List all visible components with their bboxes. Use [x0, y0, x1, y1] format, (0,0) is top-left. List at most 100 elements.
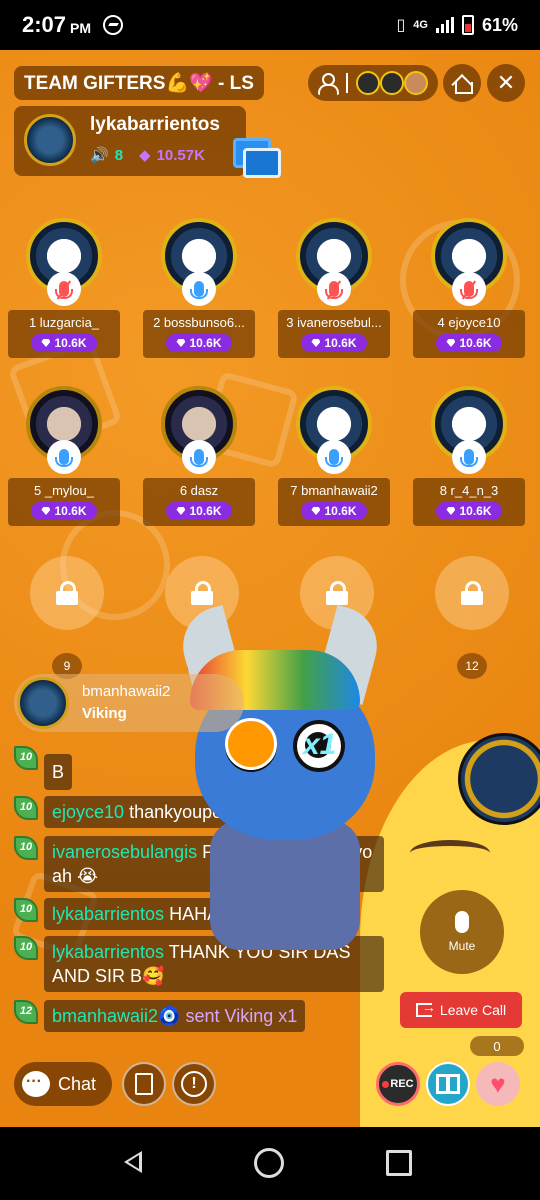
like-button[interactable]: ♥	[476, 1062, 520, 1106]
seat-number: 12	[457, 653, 487, 679]
vibrate-icon: ▯	[396, 17, 406, 34]
seat-gift-value: 10.6K	[54, 336, 87, 350]
gift-sender-name: bmanhawaii2	[82, 683, 171, 700]
host-avatar[interactable]	[24, 114, 76, 166]
mute-button[interactable]: Mute	[420, 890, 504, 974]
battery-level: 61%	[481, 14, 518, 35]
locked-seat-9[interactable]	[30, 556, 104, 630]
diamond-count: 10.57K	[156, 146, 205, 164]
seat-name: 8 r_4_n_3	[439, 483, 499, 498]
recent-apps-icon[interactable]	[386, 1150, 412, 1176]
room-members-button[interactable]	[308, 65, 438, 101]
seat-name: 5 _mylou_	[34, 483, 94, 498]
home-circle-icon[interactable]	[254, 1148, 284, 1178]
system-navigation-bar	[0, 1127, 540, 1200]
listener-count: 8	[114, 146, 124, 164]
home-icon	[452, 74, 473, 94]
seat-name: 4 ejoyce10	[437, 315, 501, 330]
seat-info: 1 luzgarcia_ 10.6K	[8, 310, 120, 358]
seat-gift-value: 10.6K	[459, 504, 492, 518]
mic-muted-icon	[47, 272, 81, 306]
room-badge[interactable]	[458, 733, 540, 825]
gift-icon	[436, 1074, 460, 1094]
chat-username[interactable]: lykabarrientos	[52, 942, 164, 962]
chat-message: 10 B	[14, 746, 73, 790]
speaker-icon: 🔊	[90, 147, 109, 164]
level-badge: 12	[14, 1000, 40, 1026]
seat-info: 3 ivanerosebul... 10.6K	[278, 310, 390, 358]
diamond-icon	[311, 507, 321, 515]
picture-in-picture-button[interactable]	[233, 138, 281, 180]
seat-info: 5 _mylou_ 10.6K	[8, 478, 120, 526]
mic-icon	[452, 440, 486, 474]
record-button[interactable]: REC	[376, 1062, 420, 1106]
gift-notification: bmanhawaii2 Viking	[14, 674, 244, 732]
home-button[interactable]	[443, 64, 481, 102]
mic-muted-icon	[452, 272, 486, 306]
seat-info: 6 dasz 10.6K	[143, 478, 255, 526]
seat-gift-badge: 10.6K	[31, 502, 97, 520]
member-avatar	[380, 71, 404, 95]
room-title[interactable]: TEAM GIFTERS💪💖 - LS	[14, 66, 264, 100]
diamond-icon	[176, 339, 186, 347]
person-icon	[316, 72, 339, 95]
seat-gift-badge: 10.6K	[166, 502, 232, 520]
host-card[interactable]: lykabarrientos 🔊 8 ◆ 10.57K	[14, 106, 246, 176]
clock-ampm: PM	[70, 20, 92, 36]
mic-icon	[455, 911, 469, 933]
level-badge: 10	[14, 746, 40, 772]
battery-icon	[461, 15, 474, 35]
close-button[interactable]: ✕	[487, 64, 525, 102]
seat-info: 8 r_4_n_3 10.6K	[413, 478, 525, 526]
level-badge: 10	[14, 836, 40, 862]
seat-gift-badge: 10.6K	[301, 334, 367, 352]
notes-button[interactable]	[122, 1062, 166, 1106]
host-stats: 🔊 8 ◆ 10.57K	[90, 146, 205, 165]
seat-name: 1 luzgarcia_	[28, 315, 100, 330]
level-badge: 10	[14, 898, 40, 924]
lock-icon	[326, 581, 348, 605]
gift-count: x1	[303, 728, 337, 761]
gift-button[interactable]	[426, 1062, 470, 1106]
seat-gift-value: 10.6K	[54, 504, 87, 518]
heart-icon: ♥	[490, 1068, 506, 1099]
chat-label: Chat	[58, 1073, 97, 1094]
back-icon[interactable]	[124, 1151, 142, 1173]
chat-bubble-icon	[22, 1071, 50, 1097]
leave-call-button[interactable]: Leave Call	[400, 992, 522, 1028]
mic-icon	[47, 440, 81, 474]
bottom-toolbar: Chat ! REC ♥	[0, 1062, 540, 1112]
locked-seat-12[interactable]	[435, 556, 509, 630]
diamond-icon	[446, 507, 456, 515]
chat-button[interactable]: Chat	[14, 1062, 112, 1106]
seat-gift-badge: 10.6K	[166, 334, 232, 352]
report-button[interactable]: !	[172, 1062, 216, 1106]
seat-name: 3 ivanerosebul...	[286, 315, 382, 330]
chat-username[interactable]: bmanhawaii2🧿	[52, 1006, 180, 1026]
chat-username[interactable]: ejoyce10	[52, 802, 124, 822]
member-avatar	[356, 71, 380, 95]
seat-name: 7 bmanhawaii2	[290, 483, 378, 498]
lock-icon	[56, 581, 78, 605]
gift-animation-viking: x1	[174, 605, 395, 1010]
seat-info: 2 bossbunso6... 10.6K	[143, 310, 255, 358]
seat-gift-value: 10.6K	[324, 336, 357, 350]
seat-gift-value: 10.6K	[459, 336, 492, 350]
seat-gift-value: 10.6K	[324, 504, 357, 518]
pip-icon-front	[243, 148, 281, 178]
clock: 2:07	[22, 12, 67, 37]
seat-gift-badge: 10.6K	[436, 502, 502, 520]
scroll-icon	[135, 1073, 153, 1095]
status-bar: 2:07 PM ▯ 4G 61%	[0, 0, 540, 50]
diamond-icon	[446, 339, 456, 347]
mic-icon	[317, 440, 351, 474]
close-icon: ✕	[496, 70, 516, 95]
seat-gift-badge: 10.6K	[31, 334, 97, 352]
network-type-icon: 4G	[413, 19, 428, 31]
chat-username[interactable]: lykabarrientos	[52, 904, 164, 924]
record-label: REC	[390, 1078, 414, 1090]
mic-icon	[182, 272, 216, 306]
seat-info: 4 ejoyce10 10.6K	[413, 310, 525, 358]
lock-icon	[461, 581, 483, 605]
level-badge: 10	[14, 796, 40, 822]
